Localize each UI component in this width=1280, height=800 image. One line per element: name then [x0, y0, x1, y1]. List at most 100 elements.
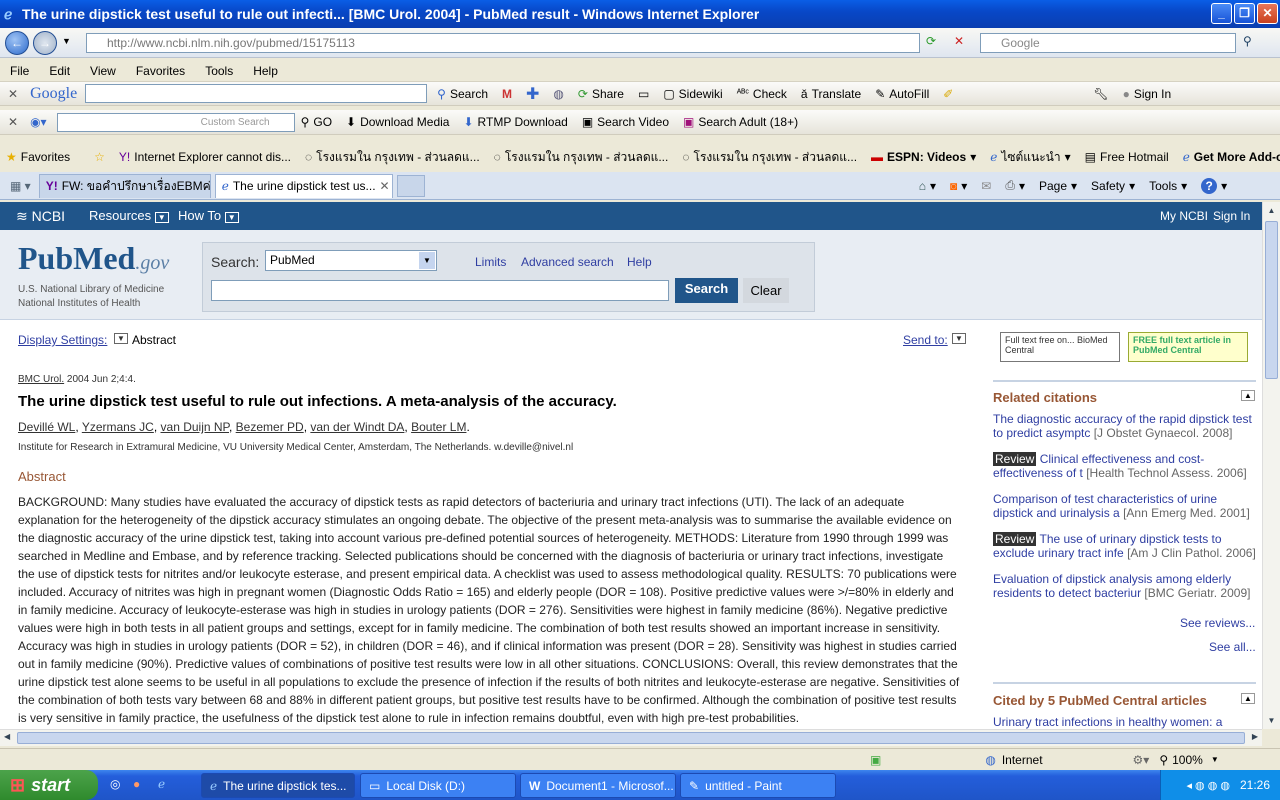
see-all-link[interactable]: See all...: [1209, 640, 1256, 654]
favorite-link[interactable]: โรงแรมใน กรุงเทพ - ส่วนลดแ...: [505, 148, 669, 167]
author-link[interactable]: Devillé WL: [18, 420, 75, 434]
highlighter-icon[interactable]: ✐: [943, 87, 953, 101]
search-video-button[interactable]: Search Video: [597, 115, 669, 129]
add-favorite-icon[interactable]: ☆: [94, 150, 105, 164]
taskbar-word[interactable]: W Document1 - Microsof...: [520, 773, 676, 798]
taskbar-explorer[interactable]: ▭ Local Disk (D:): [360, 773, 516, 798]
ncbi-logo[interactable]: ≋ NCBI: [16, 208, 65, 225]
new-tab-button[interactable]: [396, 174, 425, 197]
vertical-scrollbar[interactable]: ▲ ▼: [1262, 202, 1280, 729]
tools-menu[interactable]: Tools: [1149, 179, 1177, 193]
menu-edit[interactable]: Edit: [39, 64, 80, 78]
favorite-link[interactable]: Internet Explorer cannot dis...: [134, 150, 291, 164]
clear-button[interactable]: Clear: [743, 278, 789, 303]
search-button[interactable]: Search: [675, 278, 738, 303]
favorites-button[interactable]: Favorites: [21, 150, 70, 164]
biomed-central-badge[interactable]: Full text free on... BioMed Central: [1000, 332, 1120, 362]
advanced-search-link[interactable]: Advanced search: [521, 255, 614, 269]
help-icon[interactable]: ?: [1201, 177, 1218, 194]
minimize-button[interactable]: _: [1211, 3, 1232, 24]
autofill-button[interactable]: AutoFill: [889, 87, 929, 101]
custom-search-input[interactable]: Custom Search: [56, 112, 295, 132]
taskbar-ie[interactable]: ℯ The urine dipstick tes...: [201, 773, 355, 798]
globe-icon[interactable]: ◉▾: [30, 115, 47, 129]
close-tab-icon[interactable]: ✕: [380, 179, 390, 193]
page-menu[interactable]: Page: [1039, 179, 1067, 193]
search-icon[interactable]: ⚲: [1243, 34, 1252, 48]
safety-menu[interactable]: Safety: [1091, 179, 1125, 193]
quick-tabs-icon[interactable]: ▦ ▾: [10, 179, 31, 193]
scroll-up-button[interactable]: ▲: [1263, 202, 1280, 219]
howto-menu[interactable]: How To ▼: [178, 208, 239, 223]
rtmp-download-button[interactable]: RTMP Download: [478, 115, 568, 129]
scroll-right-button[interactable]: ▶: [1252, 732, 1258, 741]
display-settings-link[interactable]: Display Settings:: [18, 333, 107, 347]
limits-link[interactable]: Limits: [475, 255, 506, 269]
start-button[interactable]: ⊞ start: [0, 770, 98, 800]
search-adult-button[interactable]: Search Adult (18+): [698, 115, 798, 129]
see-reviews-link[interactable]: See reviews...: [1180, 616, 1255, 630]
favorite-link[interactable]: โรงแรมใน กรุงเทพ - ส่วนลดแ...: [316, 148, 480, 167]
tab-pubmed[interactable]: ℯ The urine dipstick test us... ✕: [214, 173, 393, 198]
scroll-thumb[interactable]: [17, 732, 1245, 744]
address-input[interactable]: http://www.ncbi.nlm.nih.gov/pubmed/15175…: [86, 33, 920, 53]
horizontal-scrollbar[interactable]: ◀ ▶: [0, 729, 1262, 746]
related-item[interactable]: Review Clinical effectiveness and cost-e…: [993, 452, 1256, 480]
pubmed-logo[interactable]: PubMed.gov: [18, 240, 169, 277]
favorite-link[interactable]: ESPN: Videos: [887, 150, 966, 164]
cited-item[interactable]: Urinary tract infections in healthy wome…: [993, 715, 1222, 729]
rss-icon[interactable]: ◙: [950, 179, 957, 193]
chrome-icon[interactable]: ◎: [110, 777, 120, 791]
plus-icon[interactable]: ✚: [526, 84, 539, 104]
related-item[interactable]: The diagnostic accuracy of the rapid dip…: [993, 412, 1256, 440]
sidewiki-button[interactable]: Sidewiki: [679, 87, 723, 101]
window-icon[interactable]: ▭: [638, 87, 649, 101]
close-icon[interactable]: ✕: [8, 115, 18, 129]
google-signin-button[interactable]: Sign In: [1134, 87, 1171, 101]
globe-icon[interactable]: ◍: [553, 87, 563, 101]
favorite-link[interactable]: โรงแรมใน กรุงเทพ - ส่วนลดแ...: [694, 148, 858, 167]
share-button[interactable]: Share: [592, 87, 624, 101]
related-item[interactable]: Comparison of test characteristics of ur…: [993, 492, 1256, 520]
pmc-badge[interactable]: FREE full text article in PubMed Central: [1128, 332, 1248, 362]
help-link[interactable]: Help: [627, 255, 652, 269]
menu-tools[interactable]: Tools: [195, 64, 243, 78]
tab-email[interactable]: Y! FW: ขอคำปรึกษาเรื่องEBMค่ะ ...: [38, 173, 211, 198]
author-link[interactable]: Bezemer PD: [236, 420, 304, 434]
related-item[interactable]: Review The use of urinary dipstick tests…: [993, 532, 1256, 560]
ie-icon[interactable]: ℯ: [158, 777, 165, 791]
google-search-button[interactable]: Search: [450, 87, 488, 101]
mail-icon[interactable]: ✉: [981, 179, 991, 193]
chevron-down-icon[interactable]: ▼: [1211, 755, 1219, 764]
my-ncbi-link[interactable]: My NCBI: [1160, 209, 1208, 223]
firefox-icon[interactable]: ●: [133, 777, 140, 791]
author-link[interactable]: Yzermans JC: [82, 420, 154, 434]
resources-menu[interactable]: Resources ▼: [89, 208, 169, 223]
author-link[interactable]: van der Windt DA: [310, 420, 404, 434]
favorite-link[interactable]: ไซต์แนะนำ: [1001, 148, 1060, 167]
favorite-link[interactable]: Free Hotmail: [1100, 150, 1169, 164]
scroll-thumb[interactable]: [1265, 221, 1278, 379]
chevron-down-icon[interactable]: ▼: [114, 333, 128, 344]
menu-favorites[interactable]: Favorites: [126, 64, 195, 78]
gmail-icon[interactable]: M: [502, 87, 512, 101]
collapse-icon[interactable]: ▲: [1241, 693, 1255, 704]
menu-help[interactable]: Help: [243, 64, 288, 78]
menu-file[interactable]: File: [0, 64, 39, 78]
author-link[interactable]: van Duijn NP: [161, 420, 229, 434]
close-button[interactable]: ✕: [1257, 3, 1278, 24]
close-icon[interactable]: ✕: [8, 87, 18, 101]
check-button[interactable]: Check: [753, 87, 787, 101]
wrench-icon[interactable]: 🔧︎: [1093, 87, 1108, 101]
download-media-button[interactable]: Download Media: [360, 115, 449, 129]
back-button[interactable]: ←: [5, 31, 29, 55]
related-item[interactable]: Evaluation of dipstick analysis among el…: [993, 572, 1256, 600]
maximize-button[interactable]: ❐: [1234, 3, 1255, 24]
search-term-input[interactable]: [211, 280, 669, 301]
scroll-left-button[interactable]: ◀: [4, 732, 10, 741]
favorite-link[interactable]: Get More Add-ons: [1194, 150, 1280, 164]
chevron-down-icon[interactable]: ▼: [62, 36, 71, 46]
google-search-input[interactable]: [85, 84, 428, 103]
home-icon[interactable]: ⌂: [919, 179, 926, 193]
print-icon[interactable]: ⎙: [1005, 178, 1015, 193]
